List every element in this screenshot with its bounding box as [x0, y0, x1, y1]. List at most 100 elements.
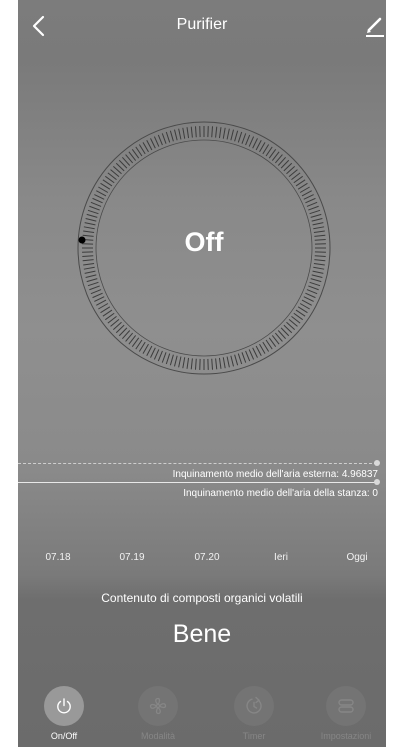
dial-tick [94, 296, 105, 302]
dial-tick [241, 133, 247, 144]
dial-tick [194, 358, 197, 370]
outdoor-pollution-line [18, 463, 377, 464]
dial-tick [311, 218, 323, 222]
dial-tick [169, 354, 174, 366]
dial-tick [313, 262, 325, 266]
dial-tick [241, 352, 247, 363]
dial-tick [157, 350, 163, 362]
dial-tick [255, 345, 262, 356]
dial-tick [299, 303, 310, 310]
dial-tick [174, 129, 178, 141]
dial-tick [311, 274, 323, 278]
dial-tick [153, 349, 160, 360]
dial-tick [178, 128, 182, 140]
indoor-pollution-label: Inquinamento medio dell'aria della stanz… [183, 488, 378, 499]
dial-tick [312, 270, 324, 274]
dial-tick [308, 285, 319, 291]
page-title: Purifier [176, 16, 228, 33]
power-status: Off [184, 227, 224, 257]
date-tick: 07.20 [194, 552, 220, 563]
dial-tick [234, 130, 239, 142]
dial-tick [90, 201, 102, 207]
dial-tick [252, 138, 258, 149]
dial-tick [96, 299, 107, 306]
dial-tick [142, 142, 149, 153]
dial-tick [252, 347, 258, 358]
outdoor-pollution-label: Inquinamento medio dell'aria esterna: 4.… [172, 469, 378, 480]
dial-tick [306, 201, 318, 207]
indoor-pollution-dot [374, 479, 380, 485]
bottom-tab-bar: On/Off Modalità Timer Impostazioni [18, 682, 386, 747]
dial-tick [92, 292, 103, 299]
dial-tick [96, 190, 107, 197]
tab-on-off[interactable]: On/Off [29, 682, 99, 744]
tab-label: On/Off [50, 731, 78, 741]
tab-label: Modalità [140, 731, 176, 741]
dial-tick [259, 343, 266, 354]
dial-tick [303, 296, 314, 302]
dial-tick [190, 126, 193, 138]
dial-tick [87, 281, 99, 287]
dial-tick [94, 194, 105, 200]
dial-tick [86, 213, 98, 218]
dial-tick [305, 292, 316, 299]
dial-tick [100, 182, 111, 190]
dial-tick [310, 278, 322, 283]
dial-tick [161, 133, 167, 144]
tab-label: Timer [242, 731, 266, 741]
timer-icon [246, 696, 262, 714]
purifier-screen: Purifier Off Inquinamento medio dell'ari… [18, 0, 386, 747]
dial-tick [150, 347, 156, 358]
dial-tick [146, 140, 153, 151]
dial-tick [165, 131, 171, 143]
dial-tick [165, 353, 171, 365]
top-bar: Purifier [18, 0, 386, 54]
power-dial[interactable]: Off [76, 120, 332, 376]
edit-button[interactable] [364, 14, 386, 38]
dial-tick [313, 266, 325, 270]
dial-tick [299, 186, 310, 193]
power-icon [57, 698, 71, 714]
voc-title: Contenuto di composti organici volatili [101, 591, 303, 605]
dial-tick [92, 197, 103, 204]
tab-label: Impostazioni [320, 731, 372, 741]
dial-tick [306, 289, 318, 295]
dial-tick [211, 126, 214, 138]
dial-tick [248, 349, 255, 360]
dial-tick [84, 222, 96, 226]
dial-tick [98, 186, 109, 193]
dial-tick [161, 352, 167, 363]
dial-tick [308, 205, 319, 211]
dial-tick [218, 357, 222, 369]
dial-tick [89, 285, 100, 291]
dial-tick [150, 138, 156, 149]
dial-tick [234, 354, 239, 366]
dial-tick [245, 350, 251, 362]
dial-tick [226, 356, 230, 368]
dial-tick [237, 131, 243, 143]
dial-tick [259, 142, 266, 153]
tab-timer[interactable]: Timer [219, 682, 289, 744]
dial-tick [215, 126, 218, 138]
tab-settings[interactable]: Impostazioni [311, 682, 381, 744]
dial-tick [157, 134, 163, 146]
dial-tick [194, 126, 197, 138]
dial-tick [87, 209, 99, 215]
date-tick: Ieri [274, 552, 288, 563]
dial-tick [138, 144, 146, 155]
dial-tick [98, 303, 109, 310]
date-tick: 07.19 [119, 552, 145, 563]
dial-tick [153, 136, 160, 147]
outdoor-pollution-dot [374, 460, 380, 466]
dial-tick [255, 140, 262, 151]
dial-tick [245, 134, 251, 146]
dial-tick [301, 190, 312, 197]
dial-tick [310, 213, 322, 218]
dial-tick [230, 129, 234, 141]
dial-tick [309, 281, 321, 287]
dial-tick [297, 306, 308, 314]
tab-mode[interactable]: Modalità [123, 682, 193, 744]
dial-tick [303, 194, 314, 200]
dial-tick [305, 197, 316, 204]
indoor-pollution-line [18, 482, 377, 483]
